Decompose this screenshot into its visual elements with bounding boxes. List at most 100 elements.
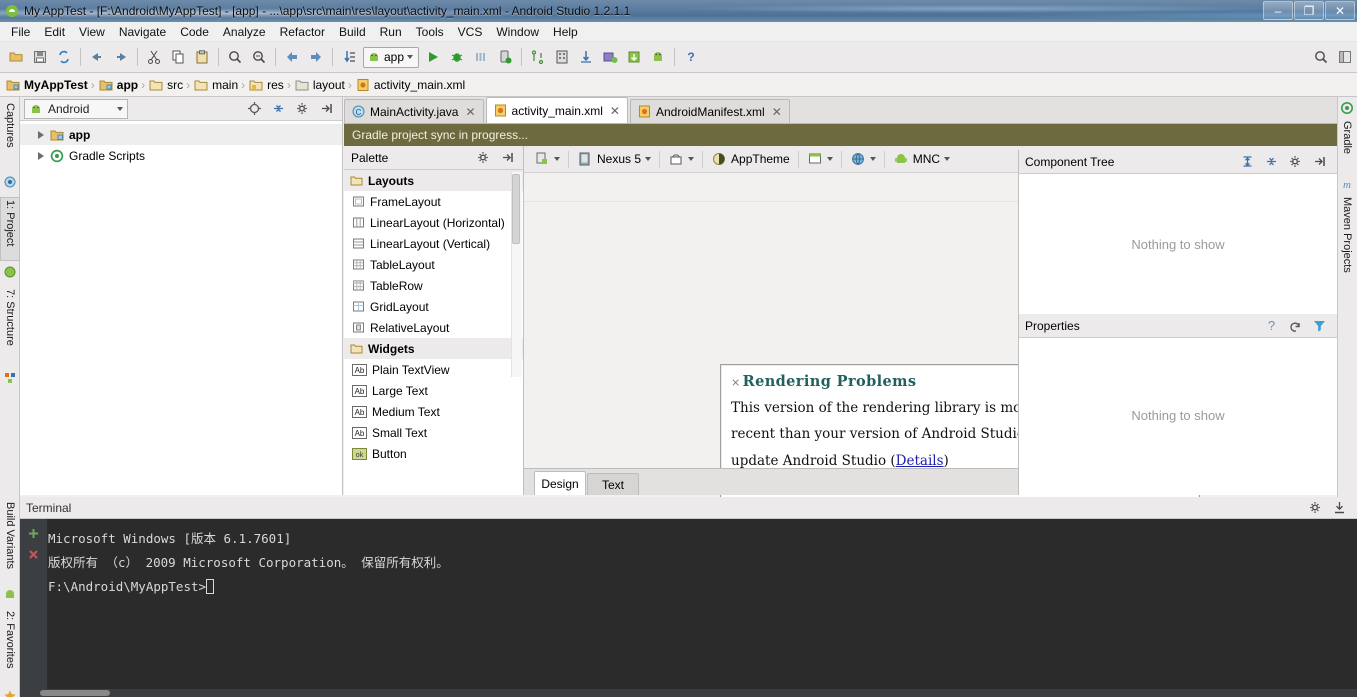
palette-item-linearlayout-vertical[interactable]: LinearLayout (Vertical) (344, 233, 523, 254)
compile-icon[interactable] (337, 45, 361, 69)
tab-design[interactable]: Design (534, 471, 586, 495)
breadcrumb-item-app[interactable]: app (99, 78, 141, 92)
palette-item-gridlayout[interactable]: GridLayout (344, 296, 523, 317)
gear-icon[interactable] (471, 146, 495, 170)
run-button[interactable] (421, 45, 445, 69)
forward-icon[interactable] (304, 45, 328, 69)
locale-selector[interactable] (844, 148, 882, 170)
find-icon[interactable] (223, 45, 247, 69)
collapse-all-icon[interactable] (266, 97, 290, 121)
sidebar-item-gradle[interactable]: Gradle (1337, 119, 1357, 169)
sidebar-item-favorites[interactable]: 2: Favorites (0, 609, 20, 685)
debug-button[interactable] (445, 45, 469, 69)
project-tree-node-app[interactable]: app (20, 124, 342, 145)
menu-vcs[interactable]: VCS (451, 23, 490, 41)
close-session-x-icon[interactable] (27, 548, 40, 561)
project-view-selector[interactable]: Android (24, 98, 128, 119)
help-icon[interactable]: ? (679, 45, 703, 69)
replace-icon[interactable] (247, 45, 271, 69)
device-selector[interactable]: Nexus 5 (571, 148, 657, 170)
new-session-plus-icon[interactable] (27, 527, 40, 540)
chevron-right-icon[interactable] (38, 130, 44, 139)
target-icon[interactable] (242, 97, 266, 121)
run-configuration-selector[interactable]: app (363, 46, 420, 68)
sidebar-item-project[interactable]: 1: Project (0, 197, 20, 261)
layout-icon[interactable] (1333, 45, 1357, 69)
chevron-right-icon[interactable] (38, 151, 44, 160)
gear-icon[interactable] (290, 97, 314, 121)
menu-file[interactable]: File (4, 23, 37, 41)
breadcrumb-item-layout[interactable]: layout (295, 78, 348, 92)
hide-icon[interactable] (314, 97, 338, 121)
activity-selector[interactable] (801, 148, 839, 170)
hide-icon[interactable] (495, 146, 519, 170)
close-icon[interactable]: ✕ (465, 105, 475, 119)
breadcrumb-item-activity-main-xml[interactable]: activity_main.xml (356, 78, 468, 92)
palette-item-small-text[interactable]: Ab Small Text (344, 422, 523, 443)
device-config-button[interactable] (528, 148, 566, 170)
attach-debugger-icon[interactable] (493, 45, 517, 69)
menu-code[interactable]: Code (173, 23, 216, 41)
breadcrumb-item-src[interactable]: src (149, 78, 186, 92)
coverage-button[interactable] (469, 45, 493, 69)
close-icon[interactable]: ✕ (772, 105, 782, 119)
save-all-icon[interactable] (28, 45, 52, 69)
maximize-button[interactable]: ❐ (1294, 1, 1324, 20)
hide-icon[interactable] (1327, 496, 1351, 520)
close-icon[interactable]: × (731, 376, 741, 389)
project-tree-node-gradle-scripts[interactable]: Gradle Scripts (20, 145, 342, 166)
search-everywhere-icon[interactable] (1309, 45, 1333, 69)
terminal-horizontal-scrollbar[interactable] (20, 689, 1357, 697)
avd-manager-icon[interactable] (550, 45, 574, 69)
palette-item-tablerow[interactable]: TableRow (344, 275, 523, 296)
gear-icon[interactable] (1303, 496, 1327, 520)
back-icon[interactable] (280, 45, 304, 69)
sidebar-item-maven-projects[interactable]: Maven Projects (1337, 195, 1357, 287)
paste-icon[interactable] (190, 45, 214, 69)
palette-item-linearlayout-horizontal[interactable]: LinearLayout (Horizontal) (344, 212, 523, 233)
sdk-manager-icon[interactable] (526, 45, 550, 69)
palette-scrollbar-thumb[interactable] (512, 174, 520, 244)
sidebar-item-captures[interactable]: Captures (0, 101, 20, 171)
palette-group-layouts[interactable]: Layouts (344, 170, 523, 191)
breadcrumb-item-main[interactable]: main (194, 78, 241, 92)
restore-icon[interactable] (1283, 314, 1307, 338)
sdk-update-icon[interactable] (622, 45, 646, 69)
palette-item-relativelayout[interactable]: RelativeLayout (344, 317, 523, 338)
open-project-icon[interactable] (4, 45, 28, 69)
tab-text[interactable]: Text (587, 473, 639, 495)
palette-item-framelayout[interactable]: FrameLayout (344, 191, 523, 212)
tab-androidmanifest-xml[interactable]: AndroidManifest.xml ✕ (629, 99, 790, 123)
palette-item-plain-textview[interactable]: Ab Plain TextView (344, 359, 523, 380)
close-button[interactable]: ✕ (1325, 1, 1355, 20)
menu-help[interactable]: Help (546, 23, 585, 41)
tab-activity-main-xml[interactable]: activity_main.xml ✕ (485, 97, 628, 123)
api-level-selector[interactable]: MNC (887, 148, 956, 170)
menu-edit[interactable]: Edit (37, 23, 72, 41)
collapse-all-icon[interactable] (1259, 150, 1283, 174)
palette-item-button[interactable]: ok Button (344, 443, 523, 464)
sidebar-item-structure[interactable]: 7: Structure (0, 287, 20, 367)
palette-item-large-text[interactable]: Ab Large Text (344, 380, 523, 401)
menu-navigate[interactable]: Navigate (112, 23, 173, 41)
menu-view[interactable]: View (72, 23, 112, 41)
theme-selector[interactable]: AppTheme (705, 148, 796, 170)
help-icon[interactable]: ? (1259, 314, 1283, 338)
sync-icon[interactable] (52, 45, 76, 69)
details-link[interactable]: Details (896, 453, 944, 469)
menu-analyze[interactable]: Analyze (216, 23, 273, 41)
breadcrumb-item-myapptest[interactable]: MyAppTest (6, 78, 91, 92)
sidebar-item-build-variants[interactable]: Build Variants (0, 500, 20, 584)
breadcrumb-item-res[interactable]: res (249, 78, 287, 92)
redo-icon[interactable] (109, 45, 133, 69)
menu-build[interactable]: Build (332, 23, 373, 41)
palette-item-tablelayout[interactable]: TableLayout (344, 254, 523, 275)
minimize-button[interactable]: – (1263, 1, 1293, 20)
palette-scrollbar[interactable] (511, 172, 522, 377)
palette-group-widgets[interactable]: Widgets (344, 338, 523, 359)
copy-icon[interactable] (166, 45, 190, 69)
menu-run[interactable]: Run (373, 23, 409, 41)
expand-all-icon[interactable] (1235, 150, 1259, 174)
filter-icon[interactable] (1307, 314, 1331, 338)
terminal-scrollbar-thumb[interactable] (40, 690, 110, 696)
